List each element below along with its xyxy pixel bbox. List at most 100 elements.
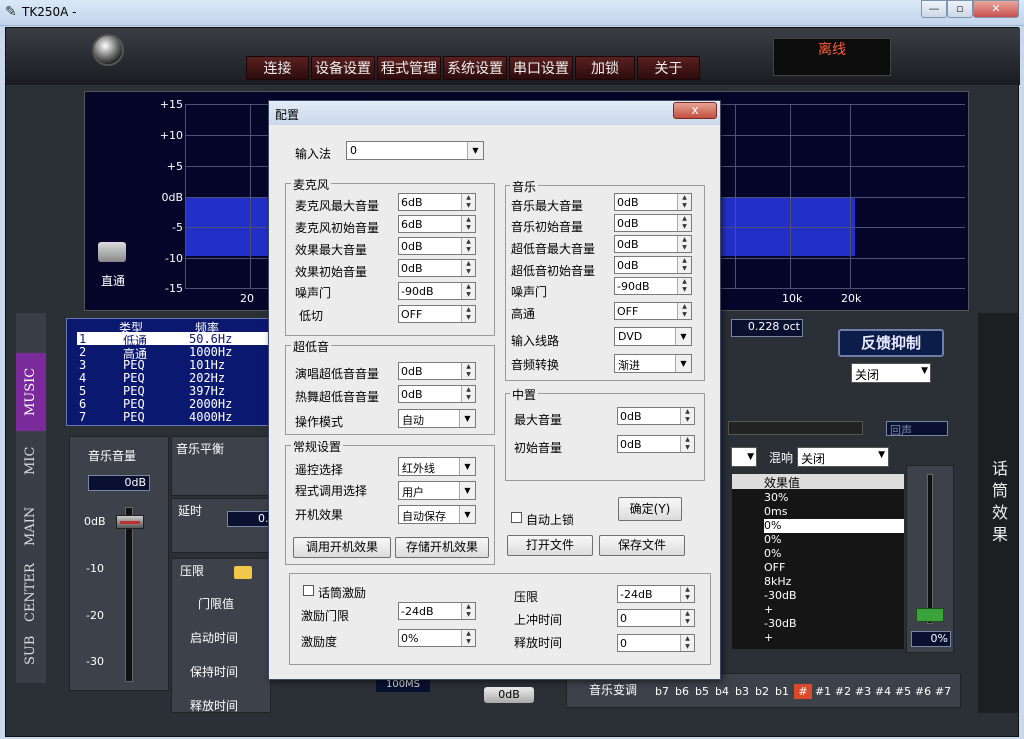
- effect-value-row[interactable]: OFF: [764, 561, 904, 575]
- effect-value-row[interactable]: -30dB: [764, 589, 904, 603]
- reverb-select[interactable]: 关闭 ▼: [797, 447, 889, 467]
- menu-serial-settings[interactable]: 串口设置: [509, 56, 573, 80]
- peq-table[interactable]: 类型 频率 1 低通 50.6Hz 2 高通 1000Hz 3 PEQ 101Hz 4 PEQ…: [66, 318, 276, 426]
- startup-effect-select[interactable]: 自动保存 ▼: [398, 505, 476, 524]
- open-file-button[interactable]: 打开文件: [507, 535, 593, 556]
- tab-mic[interactable]: MIC: [16, 433, 46, 488]
- effect-initial-volume-spinner[interactable]: 0dB ▲ ▼: [398, 259, 476, 277]
- sing-sub-volume-spinner[interactable]: 0dB ▲ ▼: [398, 362, 476, 380]
- key-button[interactable]: #4: [874, 684, 892, 699]
- effect-value-row[interactable]: 0%: [764, 519, 904, 533]
- menu-connect[interactable]: 连接: [246, 56, 309, 80]
- peq-row[interactable]: 3 PEQ 101Hz: [77, 358, 273, 372]
- minimize-button[interactable]: —: [921, 0, 947, 18]
- dance-sub-volume-spinner[interactable]: 0dB ▲ ▼: [398, 385, 476, 403]
- mic-noise-gate-spinner[interactable]: -90dB ▲ ▼: [398, 282, 476, 300]
- input-method-select[interactable]: 0 ▼: [346, 141, 484, 160]
- peq-row[interactable]: 2 高通 1000Hz: [77, 345, 273, 361]
- ok-button[interactable]: 确定(Y): [618, 497, 682, 521]
- exciter-threshold-spinner[interactable]: -24dB ▲ ▼: [398, 602, 476, 620]
- maximize-button[interactable]: ▫: [947, 0, 973, 18]
- dialog-close-button[interactable]: x: [673, 102, 717, 119]
- feedback-select[interactable]: 关闭 ▼: [851, 363, 931, 383]
- tab-sub[interactable]: SUB: [16, 625, 46, 675]
- mic-effect-value: 0%: [911, 631, 951, 647]
- effect-value-row[interactable]: 8kHz: [764, 575, 904, 589]
- mic-effect-track[interactable]: [927, 474, 933, 624]
- mic-max-volume-spinner[interactable]: 6dB ▲ ▼: [398, 193, 476, 211]
- master-knob[interactable]: [92, 34, 124, 66]
- program-call-select[interactable]: 用户 ▼: [398, 481, 476, 500]
- key-button[interactable]: b1: [773, 684, 791, 699]
- high-pass-spinner[interactable]: OFF ▲ ▼: [614, 302, 692, 320]
- key-button[interactable]: b6: [673, 684, 691, 699]
- auto-lock-checkbox[interactable]: [511, 512, 522, 523]
- key-button[interactable]: #1: [814, 684, 832, 699]
- key-button[interactable]: #2: [834, 684, 852, 699]
- music-initial-volume-spinner[interactable]: 0dB ▲ ▼: [614, 214, 692, 232]
- operation-mode-select[interactable]: 自动 ▼: [398, 409, 476, 428]
- effect-value-row[interactable]: +: [764, 631, 904, 645]
- input-route-select[interactable]: DVD ▼: [614, 327, 692, 346]
- menu-system-settings[interactable]: 系统设置: [443, 56, 507, 80]
- low-cut-spinner[interactable]: OFF ▲ ▼: [398, 305, 476, 323]
- music-noise-gate-spinner[interactable]: -90dB ▲ ▼: [614, 277, 692, 295]
- music-max-volume-spinner[interactable]: 0dB ▲ ▼: [614, 193, 692, 211]
- tab-main[interactable]: MAIN: [16, 491, 46, 561]
- music-volume-slider[interactable]: [116, 515, 144, 529]
- save-startup-effect-button[interactable]: 存储开机效果: [395, 537, 489, 558]
- save-file-button[interactable]: 保存文件: [599, 535, 685, 556]
- release-time-spinner[interactable]: 0 ▲ ▼: [617, 634, 695, 652]
- key-button[interactable]: #7: [934, 684, 952, 699]
- mic-exciter-checkbox[interactable]: [303, 585, 314, 596]
- effect-value-row[interactable]: 0%: [764, 533, 904, 547]
- menu-about[interactable]: 关于: [637, 56, 700, 80]
- peq-row[interactable]: 4 PEQ 202Hz: [77, 371, 273, 385]
- key-button-active[interactable]: #: [794, 684, 812, 699]
- peq-row[interactable]: 5 PEQ 397Hz: [77, 384, 273, 398]
- mic-initial-volume-spinner[interactable]: 6dB ▲ ▼: [398, 215, 476, 233]
- center-initial-volume-spinner[interactable]: 0dB ▲ ▼: [617, 435, 695, 453]
- key-button[interactable]: #6: [914, 684, 932, 699]
- peq-row[interactable]: 6 PEQ 2000Hz: [77, 397, 273, 411]
- audio-switch-select[interactable]: 渐进 ▼: [614, 354, 692, 373]
- load-startup-effect-button[interactable]: 调用开机效果: [293, 537, 391, 558]
- limiter-led[interactable]: [234, 566, 252, 579]
- key-button[interactable]: #5: [894, 684, 912, 699]
- key-button[interactable]: b4: [713, 684, 731, 699]
- peq-row[interactable]: 1 低通 50.6Hz: [77, 332, 273, 348]
- bypass-toggle[interactable]: [98, 242, 126, 262]
- tab-music[interactable]: MUSIC: [16, 353, 46, 431]
- effect-value-row[interactable]: -30dB: [764, 617, 904, 631]
- key-button[interactable]: b7: [653, 684, 671, 699]
- mic-effect-slider[interactable]: [916, 608, 944, 622]
- feedback-suppression-button[interactable]: 反馈抑制: [838, 329, 944, 357]
- close-window-button[interactable]: ✕: [973, 0, 1019, 18]
- menu-lock[interactable]: 加锁: [575, 56, 635, 80]
- menu-device-settings[interactable]: 设备设置: [311, 56, 375, 80]
- key-button[interactable]: b2: [753, 684, 771, 699]
- center-max-volume-spinner[interactable]: 0dB ▲ ▼: [617, 407, 695, 425]
- remote-select[interactable]: 红外线 ▼: [398, 457, 476, 476]
- key-button[interactable]: b5: [693, 684, 711, 699]
- sub-max-volume-spinner[interactable]: 0dB ▲ ▼: [614, 235, 692, 253]
- effect-type-select[interactable]: ▼: [731, 447, 757, 467]
- echo-level-bar[interactable]: [728, 421, 863, 435]
- music-volume-track[interactable]: [125, 507, 133, 682]
- y-tick: -10: [165, 252, 183, 265]
- effect-value-row[interactable]: 0ms: [764, 505, 904, 519]
- key-button[interactable]: b3: [733, 684, 751, 699]
- exciter-degree-spinner[interactable]: 0% ▲ ▼: [398, 629, 476, 647]
- attack-time-spinner[interactable]: 0 ▲ ▼: [617, 609, 695, 627]
- effect-value-row[interactable]: +: [764, 603, 904, 617]
- peq-row[interactable]: 7 PEQ 4000Hz: [77, 410, 273, 424]
- tab-center[interactable]: CENTER: [16, 563, 46, 623]
- menu-program-management[interactable]: 程式管理: [377, 56, 441, 80]
- sub-initial-volume-spinner[interactable]: 0dB ▲ ▼: [614, 256, 692, 274]
- key-button[interactable]: #3: [854, 684, 872, 699]
- effect-max-volume-spinner[interactable]: 0dB ▲ ▼: [398, 237, 476, 255]
- limit-spinner[interactable]: -24dB ▲ ▼: [617, 585, 695, 603]
- effects-table[interactable]: 效果值 30% 0ms 0% 0% 0% OFF 8kHz -30dB + -3…: [732, 474, 904, 649]
- effect-value-row[interactable]: 30%: [764, 491, 904, 505]
- effect-value-row[interactable]: 0%: [764, 547, 904, 561]
